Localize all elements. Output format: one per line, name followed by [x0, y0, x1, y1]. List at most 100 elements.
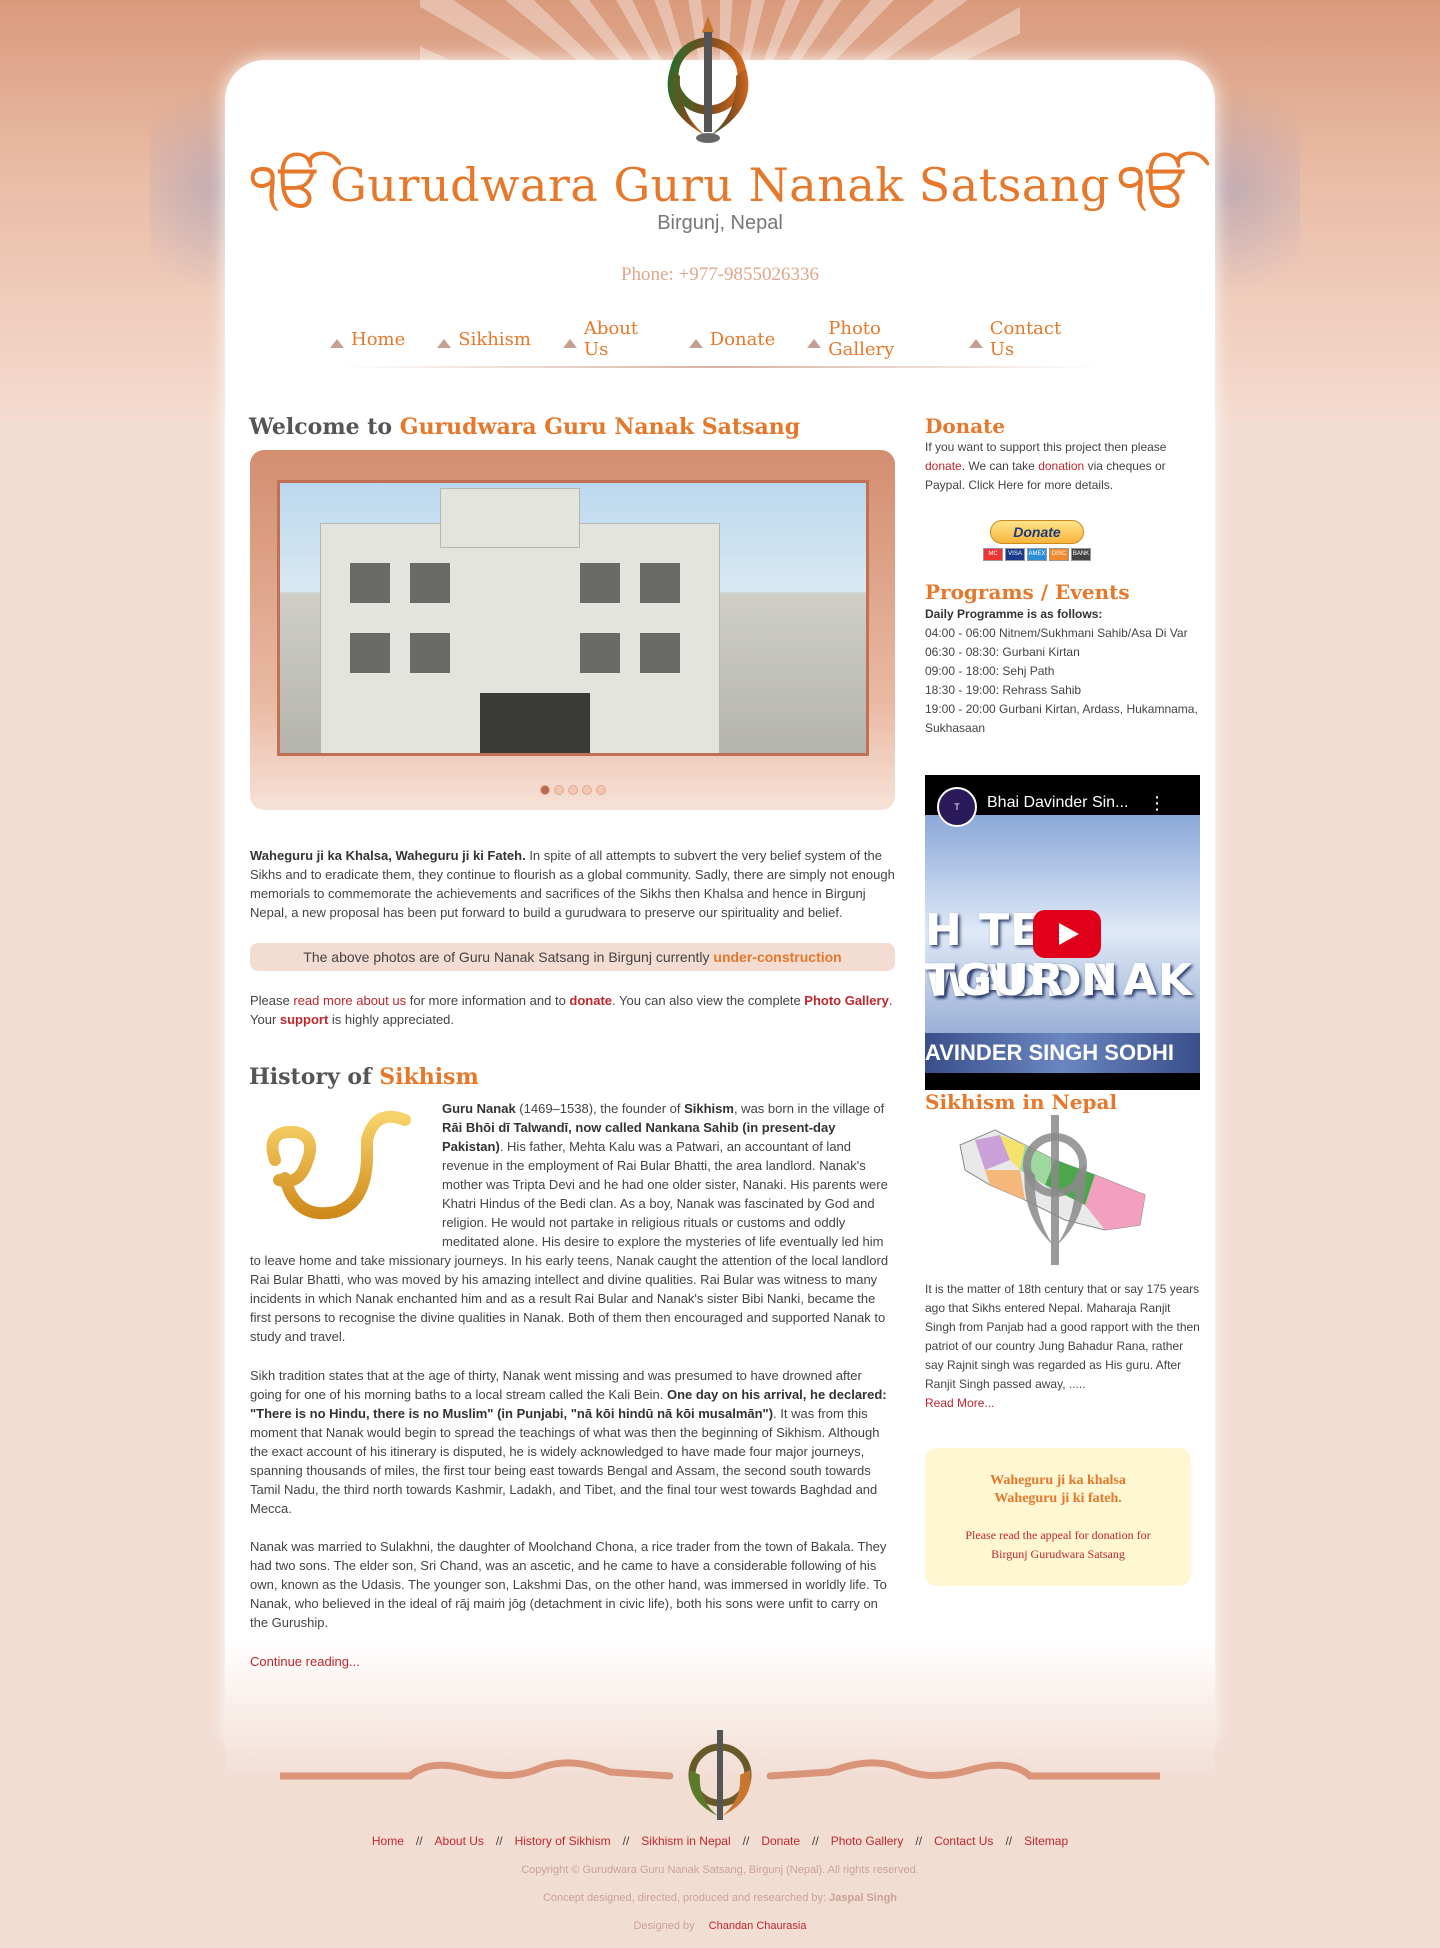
mastercard-icon: MC: [983, 548, 1003, 561]
construction-notice: The above photos are of Guru Nanak Satsa…: [250, 943, 895, 971]
photo-slider[interactable]: [250, 450, 895, 810]
paypal-donate-button[interactable]: Donate MC VISA AMEX DISC BANK: [983, 520, 1091, 570]
intro-bold: Waheguru ji ka Khalsa, Waheguru ji ki Fa…: [250, 848, 526, 863]
building-window: [410, 563, 450, 603]
footer-link-history-of-sikhism[interactable]: History of Sikhism: [515, 1834, 611, 1848]
slider-dot[interactable]: [595, 785, 606, 795]
footer-separator: //: [415, 1834, 423, 1848]
continue-reading-link[interactable]: Continue reading...: [250, 1652, 895, 1671]
slider-dot[interactable]: [539, 785, 550, 795]
discover-icon: DISC: [1049, 548, 1069, 561]
site-title: Gurudwara Guru Nanak Satsang: [330, 158, 1110, 212]
nepal-read-more-link[interactable]: Read More...: [925, 1396, 994, 1410]
history-paragraph-1: Guru Nanak (1469–1538), the founder of S…: [250, 1099, 895, 1346]
slider-dot[interactable]: [553, 785, 564, 795]
amex-icon: AMEX: [1027, 548, 1047, 561]
footer-link-sitemap[interactable]: Sitemap: [1024, 1834, 1068, 1848]
notice-text: The above photos are of Guru Nanak Satsa…: [303, 949, 714, 965]
footer-designer-link[interactable]: Chandan Chaurasia: [709, 1920, 807, 1932]
history-heading: History of Sikhism: [249, 1064, 479, 1090]
appeal-line-3: Please read the appeal for donation for: [965, 1528, 1151, 1542]
program-item: 19:00 - 20:00 Gurbani Kirtan, Ardass, Hu…: [925, 702, 1198, 735]
programs-intro: Daily Programme is as follows:: [925, 607, 1103, 621]
footer-separator: //: [915, 1834, 923, 1848]
nav-link-contact-us[interactable]: Contact Us: [990, 318, 1078, 360]
nav-item-sikhism[interactable]: Sikhism: [437, 318, 531, 360]
footer-link-sikhism-in-nepal[interactable]: Sikhism in Nepal: [641, 1834, 730, 1848]
nav-bullet-icon: [330, 338, 344, 348]
nav-link-donate[interactable]: Donate: [710, 329, 775, 350]
sidebar-donation-link[interactable]: donation: [1038, 459, 1084, 473]
slider-dot[interactable]: [567, 785, 578, 795]
welcome-heading: Welcome to Gurudwara Guru Nanak Satsang: [249, 414, 800, 440]
nav-item-home[interactable]: Home: [330, 318, 405, 360]
payment-cards: MC VISA AMEX DISC BANK: [983, 548, 1091, 561]
donate-link[interactable]: donate: [569, 993, 612, 1008]
sikhism-in-nepal-heading: Sikhism in Nepal: [925, 1090, 1118, 1114]
programs-heading: Programs / Events: [925, 580, 1130, 604]
program-item: 06:30 - 08:30: Gurbani Kirtan: [925, 645, 1080, 659]
nav-link-home[interactable]: Home: [351, 329, 405, 350]
site-phone: Phone: +977-9855026336: [620, 264, 820, 285]
video-name-banner: AVINDER SINGH SODHI: [925, 1033, 1200, 1073]
play-button-icon[interactable]: [1033, 910, 1101, 958]
nav-link-photo-gallery[interactable]: Photo Gallery: [828, 318, 937, 360]
site-subtitle: Birgunj, Nepal: [657, 212, 783, 234]
slide-photo-building[interactable]: [280, 483, 866, 753]
sidebar-donate-link[interactable]: donate: [925, 459, 962, 473]
donate-text-2: . We can take: [961, 459, 1039, 473]
footer-separator: //: [495, 1834, 503, 1848]
channel-logo-icon[interactable]: T: [937, 787, 977, 827]
video-title[interactable]: Bhai Davinder Sin...: [987, 794, 1128, 812]
nav-bullet-icon: [688, 338, 703, 348]
nav-item-photo-gallery[interactable]: Photo Gallery: [807, 318, 937, 360]
support-link[interactable]: support: [280, 1012, 328, 1027]
building-window: [350, 633, 390, 673]
history-heading-accent: Sikhism: [379, 1064, 479, 1090]
welcome-heading-accent: Gurudwara Guru Nanak Satsang: [399, 414, 801, 440]
video-menu-icon[interactable]: ⋮: [1148, 793, 1166, 814]
footer-designer: Designed by Chandan Chaurasia: [0, 1920, 1440, 1932]
history-heading-prefix: History of: [249, 1064, 372, 1090]
nav-link-about-us[interactable]: About Us: [584, 318, 657, 360]
footer-separator: //: [812, 1834, 819, 1848]
building-window: [640, 563, 680, 603]
read-more-about-us-link[interactable]: read more about us: [293, 993, 406, 1008]
footer-link-contact-us[interactable]: Contact Us: [934, 1834, 993, 1848]
nav-item-about-us[interactable]: About Us: [562, 318, 657, 360]
footer-navigation: Home // About Us // History of Sikhism // Sikh…: [0, 1834, 1440, 1848]
nav-bullet-icon: [968, 338, 983, 348]
program-item: 04:00 - 06:00 Nitnem/Sukhmani Sahib/Asa …: [925, 626, 1188, 640]
more-text-1: Please: [250, 993, 294, 1008]
nav-bullet-icon: [562, 338, 577, 348]
donate-text: If you want to support this project then…: [925, 438, 1200, 495]
photo-gallery-link[interactable]: Photo Gallery: [804, 993, 889, 1008]
building-window: [640, 633, 680, 673]
footer-link-photo-gallery[interactable]: Photo Gallery: [831, 1834, 904, 1848]
youtube-video-embed[interactable]: H TE WADDA TGUR NAK AVINDER SINGH SODHI …: [925, 775, 1200, 1090]
footer-separator: //: [622, 1834, 630, 1848]
building-window: [580, 563, 620, 603]
sikhism-in-nepal-text: It is the matter of 18th century that or…: [925, 1280, 1200, 1413]
nav-item-contact-us[interactable]: Contact Us: [968, 318, 1078, 360]
history-b2: Sikhism: [684, 1101, 734, 1116]
nav-link-sikhism[interactable]: Sikhism: [458, 329, 531, 350]
donation-appeal-box[interactable]: Waheguru ji ka khalsa Waheguru ji ki fate…: [925, 1448, 1191, 1586]
nepal-map-khanda-icon: [959, 1115, 1146, 1265]
history-t1: (1469–1538), the founder of: [515, 1101, 685, 1116]
building-top-shape: [440, 488, 580, 548]
nav-item-donate[interactable]: Donate: [688, 318, 775, 360]
video-caption-line2: TGUR NAK: [925, 955, 1193, 1006]
image-float-spacer: [250, 1099, 442, 1245]
nav-underline: [340, 366, 1100, 368]
building-entrance: [480, 693, 590, 753]
footer-concept-text: Concept designed, directed, produced and…: [542, 1892, 830, 1904]
building-window: [580, 633, 620, 673]
main-navigation: Home Sikhism About Us Donate Photo Galle…: [330, 318, 1110, 368]
slider-dot[interactable]: [581, 785, 592, 795]
nav-bullet-icon: [437, 338, 452, 348]
read-more-paragraph: Please read more about us for more infor…: [250, 991, 895, 1029]
footer-link-donate[interactable]: Donate: [761, 1834, 800, 1848]
footer-link-home[interactable]: Home: [372, 1834, 404, 1848]
footer-link-about-us[interactable]: About Us: [435, 1834, 484, 1848]
